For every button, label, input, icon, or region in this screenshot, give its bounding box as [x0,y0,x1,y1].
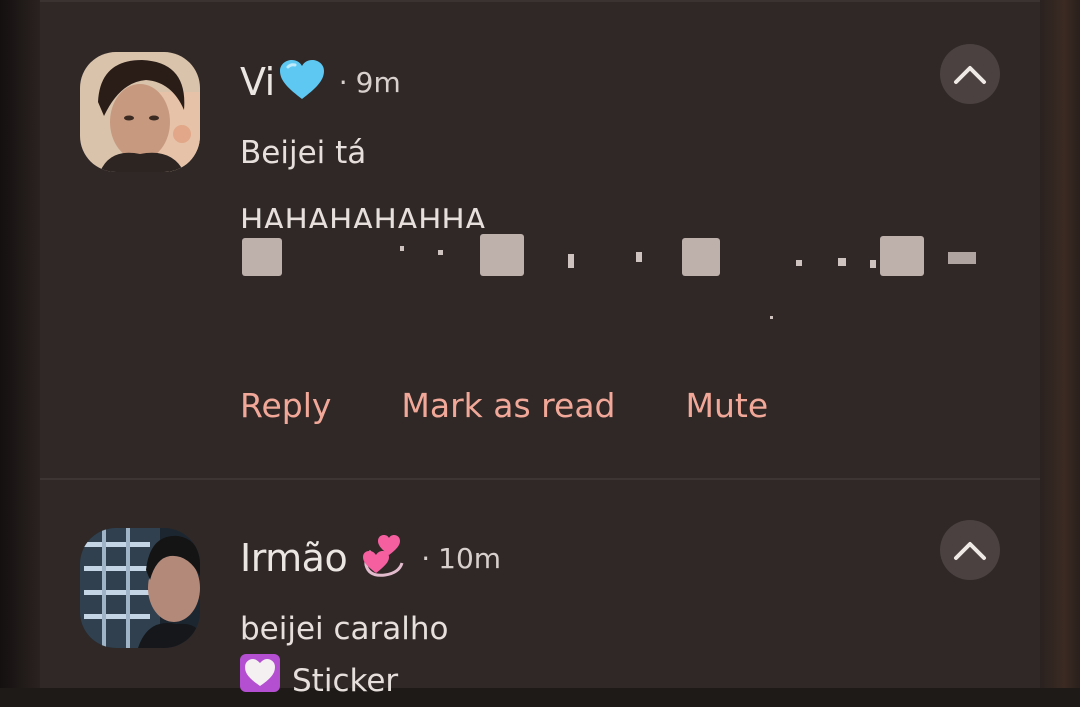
separator-dot: · [421,541,431,575]
revolving-hearts-icon [359,533,407,583]
avatar [80,528,200,648]
notification-card[interactable]: Vi · 9m Beijei tá HAHAHAHAHHA Reply Mark… [40,0,1040,478]
message-line: HAHAHAHAHHA [240,203,486,228]
collapse-button[interactable] [940,44,1000,104]
avatar [80,52,200,172]
white-heart-icon [240,654,280,707]
mute-button[interactable]: Mute [686,386,769,425]
blue-heart-icon [279,59,325,105]
chevron-up-icon [954,542,986,560]
notification-panel: Vi · 9m Beijei tá HAHAHAHAHHA Reply Mark… [40,0,1040,699]
timestamp: · 10m [421,542,501,575]
background-edge-left [0,0,40,688]
timestamp: · 9m [339,66,401,99]
background-edge-right [1040,0,1080,688]
notification-header: Vi · 9m [240,54,401,110]
redacted-message-text [240,232,980,319]
notification-header: Irmão · 10m [240,530,501,586]
chevron-up-icon [954,66,986,84]
time-value: 10m [438,541,502,575]
reply-button[interactable]: Reply [240,386,331,425]
sticker-line: Sticker [240,654,449,707]
sender-name: Vi [240,60,275,104]
time-value: 9m [355,65,401,99]
notification-actions: Reply Mark as read Mute [240,380,838,430]
mark-as-read-button[interactable]: Mark as read [401,386,615,425]
sender-name: Irmão [240,536,348,580]
message-line: beijei caralho [240,611,449,647]
message-line: Beijei tá [240,135,367,171]
message-body: Beijei tá HAHAHAHAHHA [240,128,486,228]
collapse-button[interactable] [940,520,1000,580]
message-body: beijei caralho Sticker [240,604,449,707]
notification-card[interactable]: Irmão · 10m beijei caralho Sticker [40,478,1040,699]
separator-dot: · [338,65,348,99]
sticker-label: Sticker [292,662,399,699]
